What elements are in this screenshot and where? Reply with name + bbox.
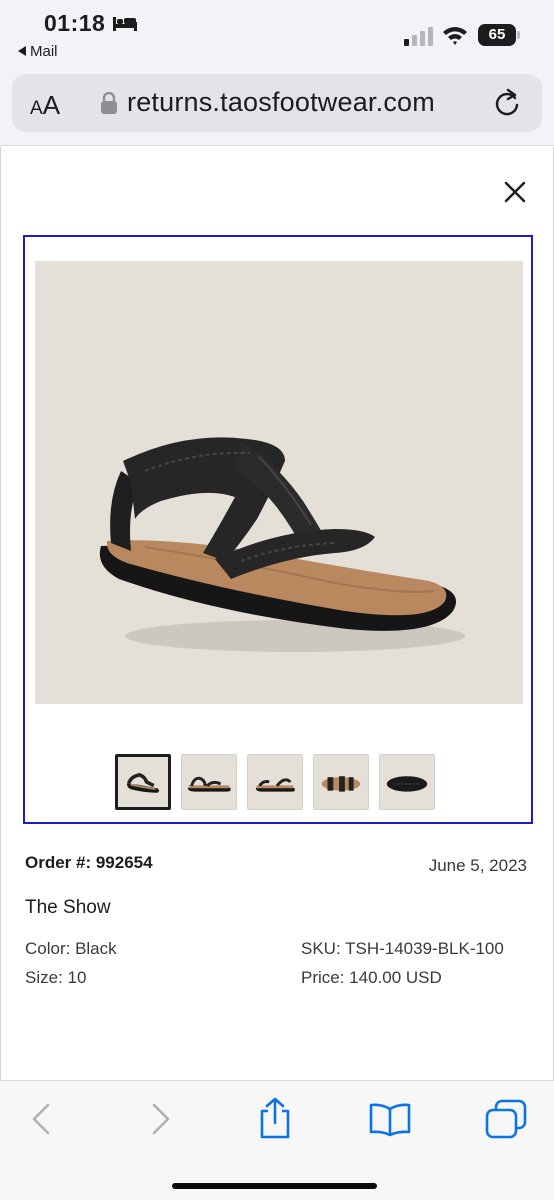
wifi-icon: [443, 27, 467, 45]
thumb-sandal-inner-icon: [255, 778, 295, 792]
product-color: Color: Black: [25, 939, 117, 958]
bed-icon: [113, 17, 137, 31]
back-to-mail-link[interactable]: Mail: [18, 43, 58, 60]
thumb-sandal-top-icon: [321, 776, 361, 792]
thumb-sole-icon: [386, 776, 428, 792]
thumb-sandal-icon: [126, 773, 160, 793]
signal-icon: [404, 27, 433, 46]
text-size-button[interactable]: AA: [30, 90, 60, 121]
product-main-image: [35, 261, 523, 704]
battery-icon: 65: [478, 24, 516, 46]
close-icon[interactable]: [502, 179, 528, 205]
product-name: The Show: [25, 897, 111, 918]
product-sku: SKU: TSH-14039-BLK-100: [301, 939, 504, 958]
back-app-label: Mail: [30, 43, 58, 60]
thumbnail-top[interactable]: [313, 754, 369, 810]
lock-icon: [101, 92, 117, 114]
reload-icon[interactable]: [492, 87, 522, 119]
home-indicator: [172, 1183, 377, 1189]
tabs-icon[interactable]: [485, 1099, 527, 1139]
thumbnail-sole[interactable]: [379, 754, 435, 810]
order-date: June 5, 2023: [428, 856, 527, 875]
url-text[interactable]: returns.taosfootwear.com: [127, 87, 435, 118]
product-gallery: [23, 235, 533, 824]
thumb-sandal-side-icon: [187, 776, 231, 792]
battery-cap: [517, 31, 520, 39]
share-icon[interactable]: [256, 1097, 294, 1139]
forward-icon[interactable]: [142, 1101, 178, 1137]
order-number: Order #: 992654: [25, 853, 153, 872]
status-time: 01:18: [44, 10, 106, 36]
returns-page: Order #: 992654 June 5, 2023 The Show Co…: [0, 147, 554, 1080]
bookmarks-icon[interactable]: [368, 1101, 412, 1137]
status-bar: 01:18 Mail 65: [0, 0, 554, 68]
back-icon[interactable]: [24, 1101, 60, 1137]
back-triangle-icon: [18, 46, 26, 56]
safari-toolbar: [0, 1080, 554, 1200]
product-size: Size: 10: [25, 968, 87, 987]
address-bar[interactable]: AA returns.taosfootwear.com: [12, 74, 542, 132]
thumbnail-side[interactable]: [181, 754, 237, 810]
sandal-image: [99, 437, 465, 652]
thumbnail-front-angle[interactable]: [115, 754, 171, 810]
browser-address-area: AA returns.taosfootwear.com: [0, 68, 554, 146]
thumbnail-inner-side[interactable]: [247, 754, 303, 810]
product-price: Price: 140.00 USD: [301, 968, 442, 987]
